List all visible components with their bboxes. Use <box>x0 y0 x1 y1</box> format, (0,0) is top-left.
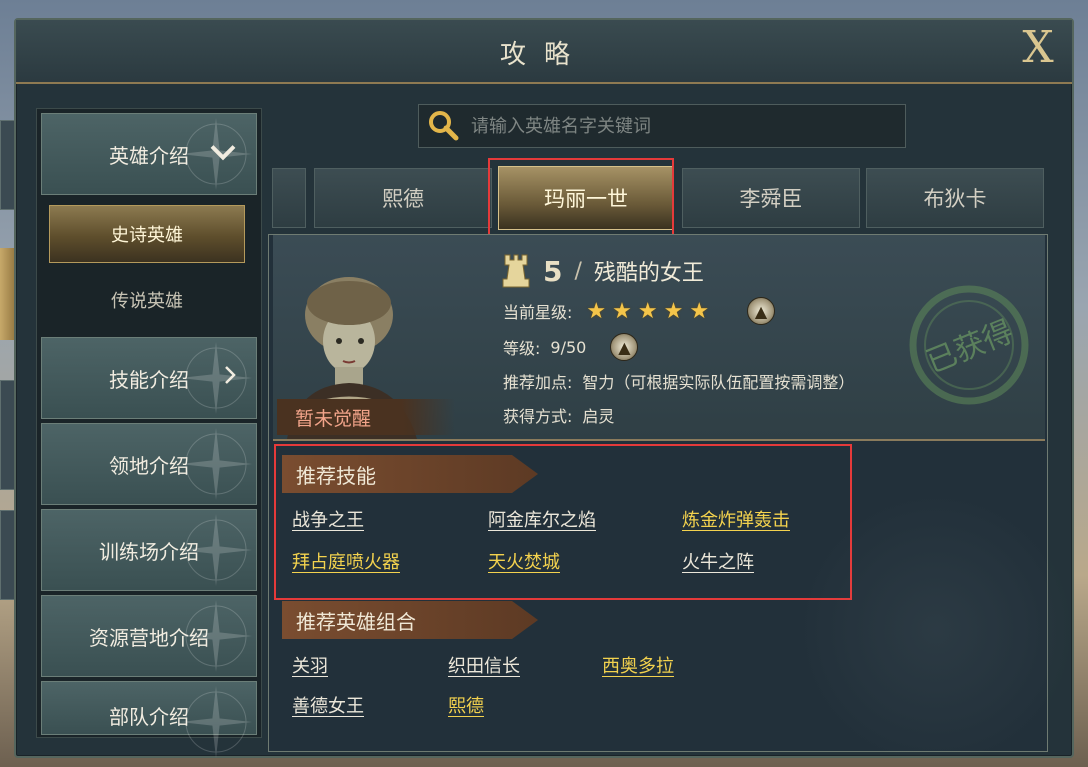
hero-combo-link[interactable]: 关羽 <box>292 652 328 678</box>
skill-link[interactable]: 阿金库尔之焰 <box>488 506 596 532</box>
star-icon: ★ <box>689 298 710 324</box>
compass-icon <box>180 686 252 758</box>
points-label: 推荐加点: <box>503 373 573 392</box>
compass-icon <box>180 428 252 500</box>
sidebar-subitem-label: 史诗英雄 <box>111 225 183 246</box>
sidebar-subitem-label: 传说英雄 <box>111 291 183 312</box>
obtain-label: 获得方式: <box>503 407 573 426</box>
level-row: 等级: 9/50 ▲ <box>503 333 639 361</box>
sidebar-item-troop-intro[interactable]: 部队介绍 <box>41 681 257 758</box>
points-row: 推荐加点: 智力（可根据实际队伍配置按需调整） <box>503 369 854 393</box>
hero-combo-link[interactable]: 善德女王 <box>292 692 364 718</box>
tab-yi-sun-sin[interactable]: 李舜臣 <box>682 168 860 228</box>
sidebar-item-resource-camp-intro[interactable]: 资源营地介绍 <box>41 595 257 677</box>
tab-label: 李舜臣 <box>739 187 803 211</box>
hero-combo-link[interactable]: 西奥多拉 <box>602 652 674 678</box>
tab-label: 布狄卡 <box>923 187 987 211</box>
skill-link[interactable]: 火牛之阵 <box>682 548 754 574</box>
hero-card: 暂未觉醒 5 / 残酷的女王 当前星级: ★ ★ ★ ★ ★ ▲ 等级: 9/50 ▲ <box>273 235 1045 439</box>
upgrade-level-button[interactable]: ▲ <box>610 333 639 361</box>
star-label: 当前星级: <box>503 303 573 322</box>
search-icon[interactable] <box>425 107 463 145</box>
upgrade-star-button[interactable]: ▲ <box>747 297 776 325</box>
obtained-stamp: 已获得 <box>899 275 1039 415</box>
star-icon: ★ <box>637 298 658 324</box>
sidebar-item-territory-intro[interactable]: 领地介绍 <box>41 423 257 505</box>
hero-search-bar <box>418 104 906 148</box>
skill-link[interactable]: 天火焚城 <box>488 548 560 574</box>
points-value: 智力（可根据实际队伍配置按需调整） <box>582 373 855 392</box>
hero-combo-link[interactable]: 织田信长 <box>448 652 520 678</box>
guide-window: 攻略 X 英雄介绍 史诗英雄 传说英雄 技能介绍 领地介绍 训练场介绍 资源营地… <box>14 18 1076 767</box>
chevron-right-icon <box>224 365 236 391</box>
divider <box>273 439 1045 441</box>
tab-xide[interactable]: 熙德 <box>314 168 492 228</box>
chevron-down-icon <box>210 142 236 167</box>
star-icon: ★ <box>663 298 684 324</box>
highlight-box-active-tab <box>488 158 674 236</box>
sidebar-subitem-epic-heroes[interactable]: 史诗英雄 <box>49 205 245 263</box>
hero-name-row: 5 / 残酷的女王 <box>501 253 704 289</box>
level-value: 9/50 <box>550 337 587 357</box>
sidebar-item-training-intro[interactable]: 训练场介绍 <box>41 509 257 591</box>
recommended-combo-header: 推荐英雄组合 <box>282 601 538 639</box>
star-row: 当前星级: ★ ★ ★ ★ ★ ▲ <box>503 297 776 325</box>
recommended-skills-header: 推荐技能 <box>282 455 538 493</box>
hero-title: 残酷的女王 <box>593 261 704 286</box>
compass-icon <box>180 514 252 586</box>
window-title: 攻略 <box>499 40 588 70</box>
skill-link[interactable]: 拜占庭喷火器 <box>292 548 400 574</box>
rook-icon <box>502 254 530 288</box>
hero-combo-link[interactable]: 熙德 <box>448 692 484 718</box>
sidebar-item-skill-intro[interactable]: 技能介绍 <box>41 337 257 419</box>
sidebar-item-hero-intro[interactable]: 英雄介绍 <box>41 113 257 195</box>
sidebar: 英雄介绍 史诗英雄 传说英雄 技能介绍 领地介绍 训练场介绍 资源营地介绍 部队… <box>36 108 262 758</box>
awaken-status-label: 暂未觉醒 <box>277 399 455 435</box>
star-icon: ★ <box>612 298 632 324</box>
sidebar-subitem-legend-heroes[interactable]: 传说英雄 <box>49 271 245 329</box>
hero-separator: / <box>574 258 582 284</box>
title-bar: 攻略 X <box>16 20 1072 84</box>
tab-label: 熙德 <box>382 187 424 211</box>
tab-partial-left[interactable] <box>272 168 306 228</box>
hero-tier: 5 <box>543 254 563 288</box>
close-button[interactable]: X <box>1016 26 1060 70</box>
obtain-value: 启灵 <box>582 407 615 426</box>
obtain-row: 获得方式: 启灵 <box>503 403 614 427</box>
skill-link[interactable]: 炼金炸弹轰击 <box>682 506 790 532</box>
star-rating: ★ ★ ★ ★ ★ <box>586 299 709 324</box>
compass-icon <box>180 342 252 414</box>
tab-boudica[interactable]: 布狄卡 <box>866 168 1044 228</box>
background-map-decoration <box>796 490 1076 767</box>
search-input[interactable] <box>463 105 905 147</box>
skill-link[interactable]: 战争之王 <box>292 506 364 532</box>
level-label: 等级: <box>503 339 541 358</box>
compass-icon <box>180 600 252 672</box>
star-icon: ★ <box>586 298 607 324</box>
